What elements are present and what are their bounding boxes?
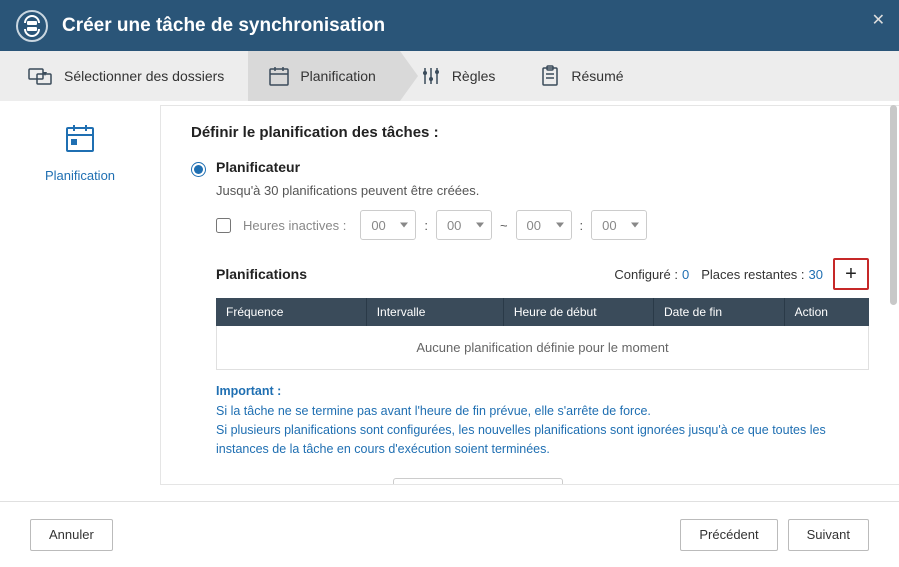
dialog-footer: Annuler Précédent Suivant <box>0 501 899 567</box>
scheduler-label: Planificateur <box>216 159 300 175</box>
tilde-separator: ~ <box>500 218 508 233</box>
previous-button[interactable]: Précédent <box>680 519 777 551</box>
plans-empty: Aucune planification définie pour le mom… <box>216 326 869 370</box>
col-end: Date de fin <box>654 298 785 326</box>
important-text-1: Si la tâche ne se termine pas avant l'he… <box>216 402 869 421</box>
clipboard-icon <box>539 65 561 87</box>
hour-to-select[interactable]: 00 <box>516 210 572 240</box>
step-label: Règles <box>452 68 496 84</box>
col-action: Action <box>784 298 869 326</box>
sync-icon <box>14 8 50 44</box>
step-folders[interactable]: Sélectionner des dossiers <box>8 51 248 101</box>
dialog-title: Créer une tâche de synchronisation <box>62 15 385 37</box>
run-once-select[interactable]: Sélectionner une … <box>393 478 563 485</box>
plus-icon: + <box>845 264 857 284</box>
scrollbar[interactable] <box>890 105 897 305</box>
wizard-steps: Sélectionner des dossiers Planification … <box>0 51 899 101</box>
step-label: Sélectionner des dossiers <box>64 68 224 84</box>
remaining-stat: Places restantes :30 <box>701 267 823 282</box>
colon-separator: : <box>424 218 428 233</box>
inactive-hours-checkbox[interactable] <box>216 218 231 233</box>
calendar-icon <box>268 65 290 87</box>
inactive-hours-label: Heures inactives : <box>243 218 346 233</box>
minute-from-select[interactable]: 00 <box>436 210 492 240</box>
sidebar-label: Planification <box>0 168 160 183</box>
next-button[interactable]: Suivant <box>788 519 869 551</box>
dialog-header: Créer une tâche de synchronisation ✕ <box>0 0 899 51</box>
minute-to-select[interactable]: 00 <box>591 210 647 240</box>
cancel-button[interactable]: Annuler <box>30 519 113 551</box>
step-label: Planification <box>300 68 376 84</box>
step-label: Résumé <box>571 68 623 84</box>
calendar-icon <box>0 123 160 158</box>
sidebar: Planification <box>0 101 160 501</box>
col-start: Heure de début <box>503 298 653 326</box>
close-icon[interactable]: ✕ <box>872 10 885 30</box>
hour-from-select[interactable]: 00 <box>360 210 416 240</box>
col-frequency: Fréquence <box>216 298 366 326</box>
plans-title: Planifications <box>216 266 307 282</box>
scheduler-desc: Jusqu'à 30 planifications peuvent être c… <box>216 183 869 198</box>
important-text-2: Si plusieurs planifications sont configu… <box>216 421 869 459</box>
col-interval: Intervalle <box>366 298 503 326</box>
step-summary[interactable]: Résumé <box>519 51 647 101</box>
content-panel: Définir le planification des tâches : Pl… <box>160 105 899 485</box>
colon-separator: : <box>580 218 584 233</box>
sliders-icon <box>420 65 442 87</box>
folders-icon <box>28 65 54 87</box>
scheduler-radio[interactable] <box>191 162 206 177</box>
section-title: Définir le planification des tâches : <box>191 124 869 141</box>
important-label: Important : <box>216 384 869 398</box>
add-plan-button[interactable]: + <box>833 258 869 290</box>
step-planning[interactable]: Planification <box>248 51 400 101</box>
configured-stat: Configuré :0 <box>614 267 701 282</box>
plans-table: Fréquence Intervalle Heure de début Date… <box>216 298 869 326</box>
